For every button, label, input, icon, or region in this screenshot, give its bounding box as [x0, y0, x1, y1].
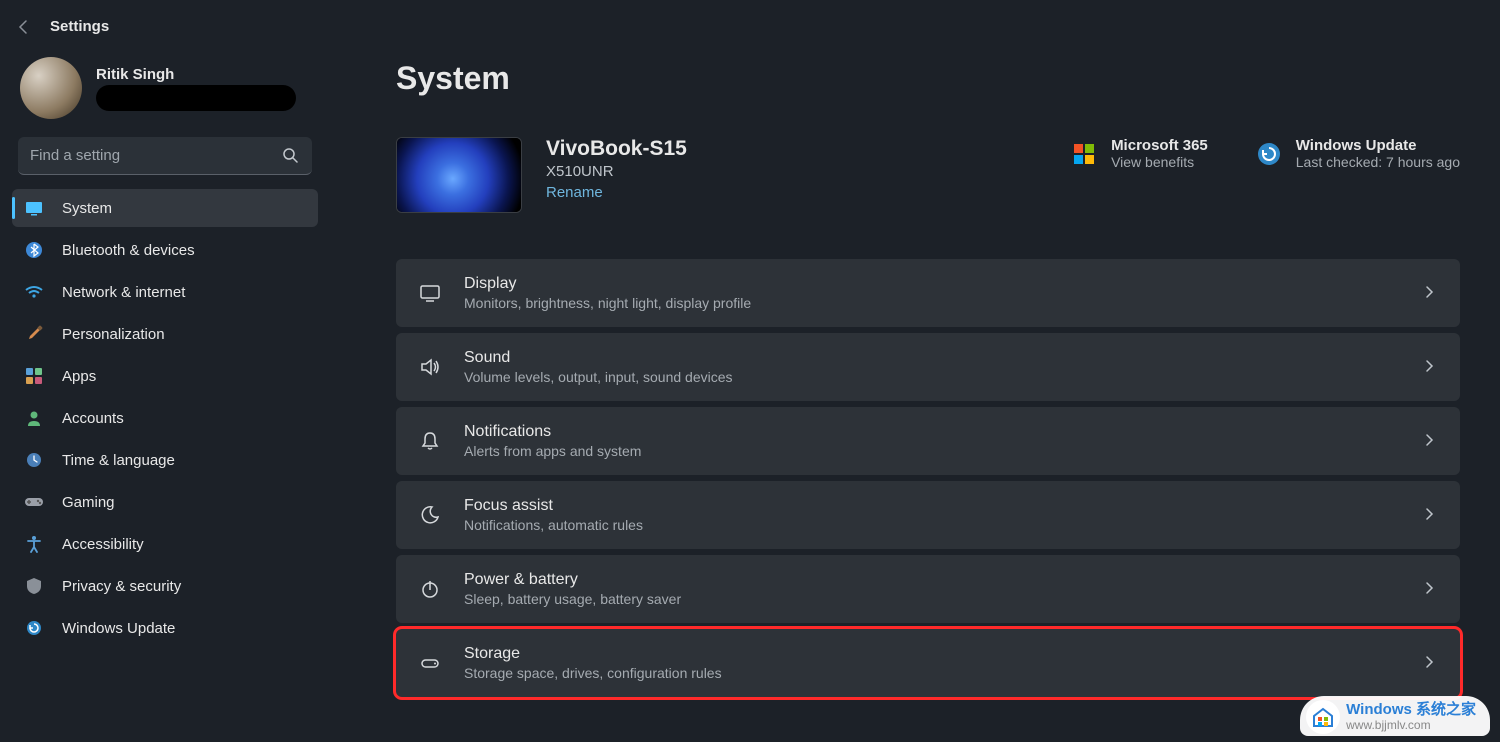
update-icon [24, 618, 44, 638]
display-icon [24, 198, 44, 218]
chevron-right-icon [1422, 655, 1438, 671]
nav-label: Personalization [62, 326, 165, 343]
update-sub: Last checked: 7 hours ago [1296, 154, 1460, 170]
card-title: Focus assist [464, 497, 643, 515]
drive-icon [418, 651, 442, 675]
page-title: System [396, 60, 1460, 97]
nav-label: Gaming [62, 494, 115, 511]
card-sub: Monitors, brightness, night light, displ… [464, 295, 751, 311]
nav-personalization[interactable]: Personalization [12, 315, 318, 353]
m365-icon [1071, 141, 1097, 167]
search-input[interactable] [18, 137, 312, 175]
nav-label: Accounts [62, 410, 124, 427]
card-sub: Alerts from apps and system [464, 443, 641, 459]
user-icon [24, 408, 44, 428]
nav-label: Windows Update [62, 620, 175, 637]
watermark: Windows 系统之家 www.bjjmlv.com [1300, 696, 1490, 736]
nav-label: Privacy & security [62, 578, 181, 595]
nav-label: System [62, 200, 112, 217]
microsoft-365-link[interactable]: Microsoft 365 View benefits [1071, 137, 1208, 170]
card-notifications[interactable]: Notifications Alerts from apps and syste… [396, 407, 1460, 475]
card-sound[interactable]: Sound Volume levels, output, input, soun… [396, 333, 1460, 401]
device-thumbnail [396, 137, 522, 213]
nav-network[interactable]: Network & internet [12, 273, 318, 311]
moon-icon [418, 503, 442, 527]
nav-label: Network & internet [62, 284, 185, 301]
wifi-icon [24, 282, 44, 302]
nav-label: Time & language [62, 452, 175, 469]
watermark-title: Windows 系统之家 [1346, 702, 1476, 719]
search-box [18, 137, 312, 175]
device-name: VivoBook-S15 [546, 137, 687, 161]
chevron-right-icon [1422, 433, 1438, 449]
avatar [20, 57, 82, 119]
card-title: Sound [464, 349, 733, 367]
power-icon [418, 577, 442, 601]
nav-bluetooth[interactable]: Bluetooth & devices [12, 231, 318, 269]
windows-update-link[interactable]: Windows Update Last checked: 7 hours ago [1256, 137, 1460, 170]
nav-accessibility[interactable]: Accessibility [12, 525, 318, 563]
nav-update[interactable]: Windows Update [12, 609, 318, 647]
main-content: System VivoBook-S15 X510UNR Rename Micro… [330, 0, 1500, 742]
card-title: Display [464, 275, 751, 293]
nav-label: Bluetooth & devices [62, 242, 195, 259]
settings-cards: Display Monitors, brightness, night ligh… [396, 259, 1460, 697]
card-sub: Sleep, battery usage, battery saver [464, 591, 681, 607]
gamepad-icon [24, 492, 44, 512]
card-focus-assist[interactable]: Focus assist Notifications, automatic ru… [396, 481, 1460, 549]
update-status-icon [1256, 141, 1282, 167]
chevron-right-icon [1422, 359, 1438, 375]
header-row: Settings [6, 12, 324, 53]
nav-label: Accessibility [62, 536, 144, 553]
nav: System Bluetooth & devices Network & int… [6, 189, 324, 647]
chevron-right-icon [1422, 285, 1438, 301]
card-title: Storage [464, 645, 722, 663]
card-storage[interactable]: Storage Storage space, drives, configura… [396, 629, 1460, 697]
header-right: Microsoft 365 View benefits Windows Upda… [1071, 137, 1460, 170]
m365-title: Microsoft 365 [1111, 137, 1208, 154]
profile-email-redacted [96, 85, 296, 111]
update-title: Windows Update [1296, 137, 1460, 154]
nav-time[interactable]: Time & language [12, 441, 318, 479]
card-display[interactable]: Display Monitors, brightness, night ligh… [396, 259, 1460, 327]
apps-icon [24, 366, 44, 386]
nav-accounts[interactable]: Accounts [12, 399, 318, 437]
shield-icon [24, 576, 44, 596]
card-sub: Storage space, drives, configuration rul… [464, 665, 722, 681]
m365-sub: View benefits [1111, 154, 1208, 170]
nav-apps[interactable]: Apps [12, 357, 318, 395]
brush-icon [24, 324, 44, 344]
bell-icon [418, 429, 442, 453]
card-title: Notifications [464, 423, 641, 441]
rename-link[interactable]: Rename [546, 184, 687, 201]
profile-name: Ritik Singh [96, 66, 296, 83]
watermark-sub: www.bjjmlv.com [1346, 719, 1476, 732]
card-sub: Notifications, automatic rules [464, 517, 643, 533]
device-row: VivoBook-S15 X510UNR Rename Microsoft 36… [396, 137, 1460, 213]
nav-system[interactable]: System [12, 189, 318, 227]
card-power[interactable]: Power & battery Sleep, battery usage, ba… [396, 555, 1460, 623]
search-icon [282, 147, 300, 165]
accessibility-icon [24, 534, 44, 554]
nav-gaming[interactable]: Gaming [12, 483, 318, 521]
bluetooth-icon [24, 240, 44, 260]
device-model: X510UNR [546, 163, 687, 180]
monitor-icon [418, 281, 442, 305]
sidebar: Settings Ritik Singh System [0, 0, 330, 742]
clock-icon [24, 450, 44, 470]
chevron-right-icon [1422, 581, 1438, 597]
card-title: Power & battery [464, 571, 681, 589]
watermark-logo-icon [1306, 700, 1340, 734]
back-icon[interactable] [16, 19, 32, 35]
app-title: Settings [50, 18, 109, 35]
chevron-right-icon [1422, 507, 1438, 523]
nav-label: Apps [62, 368, 96, 385]
nav-privacy[interactable]: Privacy & security [12, 567, 318, 605]
card-sub: Volume levels, output, input, sound devi… [464, 369, 733, 385]
profile[interactable]: Ritik Singh [6, 53, 324, 137]
speaker-icon [418, 355, 442, 379]
